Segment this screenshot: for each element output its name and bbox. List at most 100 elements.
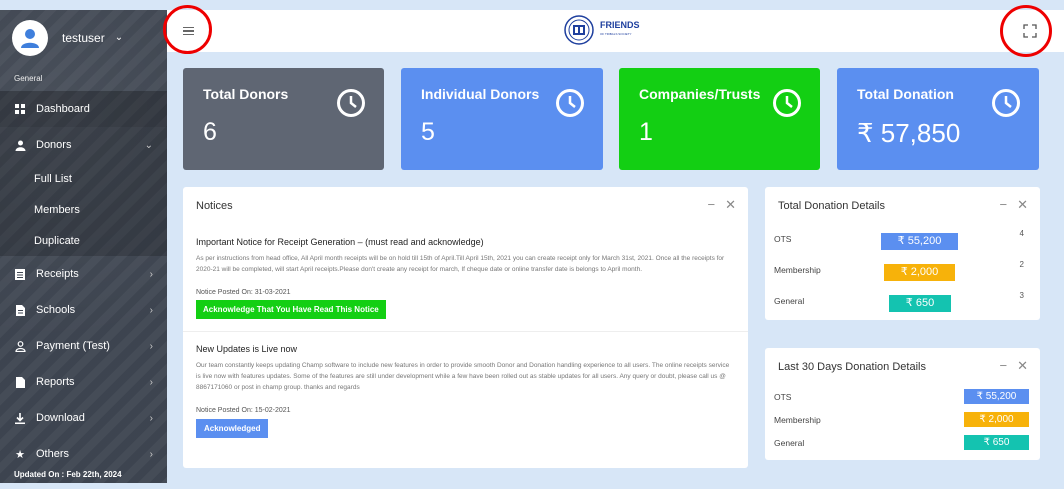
sidebar-item-label: Reports — [36, 376, 75, 388]
amount-badge: ₹ 650 — [889, 295, 951, 312]
close-icon[interactable]: ✕ — [1017, 359, 1028, 372]
notice-item: Important Notice for Receipt Generation … — [183, 237, 748, 319]
sidebar-item-label: Donors — [36, 139, 72, 151]
clock-icon — [992, 89, 1020, 117]
notices-panel: Notices − ✕ Important Notice for Receipt… — [183, 187, 748, 468]
detail-row-ots: OTS ₹ 55,200 4 — [765, 225, 1040, 256]
detail-row-general: General ₹ 650 3 — [765, 287, 1040, 318]
notice-heading: Important Notice for Receipt Generation … — [196, 237, 484, 247]
detail-label: OTS — [774, 234, 792, 244]
sidebar-item-receipts[interactable]: Receipts › — [0, 256, 167, 292]
logo-emblem-icon — [564, 15, 594, 45]
chevron-down-icon[interactable]: ⌄ — [115, 32, 123, 43]
star-icon: ★ — [15, 448, 25, 461]
detail-label: Membership — [774, 415, 821, 425]
chevron-right-icon: › — [149, 268, 153, 280]
user-outline-icon — [14, 340, 26, 352]
detail-label: General — [774, 438, 805, 448]
clock-icon — [773, 89, 801, 117]
stat-card-total-donation[interactable]: Total Donation ₹ 57,850 — [837, 68, 1039, 170]
acknowledge-button[interactable]: Acknowledge That You Have Read This Noti… — [196, 300, 386, 319]
chevron-right-icon: › — [149, 340, 153, 352]
sidebar-item-label: Others — [36, 448, 70, 460]
download-icon — [14, 412, 26, 424]
user-panel[interactable]: testuser ⌄ — [0, 10, 167, 65]
amount-badge: ₹ 2,000 — [964, 412, 1029, 427]
detail-row-membership: Membership ₹ 2,000 2 — [765, 256, 1040, 287]
acknowledged-button[interactable]: Acknowledged — [196, 419, 269, 438]
minimize-icon[interactable]: − — [1000, 198, 1008, 211]
detail-label: Membership — [774, 265, 821, 275]
notice-body: As per instructions from head office, Al… — [196, 255, 725, 273]
sidebar-item-reports[interactable]: Reports › — [0, 364, 167, 400]
receipt-icon — [14, 268, 26, 280]
logo-text: FRIENDS — [600, 20, 640, 30]
close-icon[interactable]: ✕ — [1017, 198, 1028, 211]
divider — [183, 331, 748, 332]
notice-item: New Updates is Live now Our team constan… — [183, 344, 748, 438]
avatar[interactable] — [12, 19, 48, 56]
amount-badge: ₹ 55,200 — [964, 389, 1029, 404]
sidebar-item-download[interactable]: Download › — [0, 400, 167, 436]
count-value: 4 — [1019, 229, 1024, 238]
amount-badge: ₹ 55,200 — [881, 233, 958, 250]
sidebar: testuser ⌄ General Dashboard Donors ⌄ Fu… — [0, 10, 167, 483]
user-icon — [14, 139, 26, 151]
minimize-icon[interactable]: − — [708, 198, 716, 211]
sidebar-item-dashboard[interactable]: Dashboard — [0, 91, 167, 127]
sidebar-item-label: Receipts — [36, 268, 79, 280]
sidebar-item-others[interactable]: ★ Others › — [0, 436, 167, 472]
sidebar-item-payment[interactable]: Payment (Test) › — [0, 328, 167, 364]
notice-posted-date: Notice Posted On: 15-02-2021 — [196, 407, 291, 414]
notice-body: Our team constantly keeps updating Champ… — [196, 362, 730, 391]
document-icon — [14, 304, 26, 316]
chevron-right-icon: › — [149, 376, 153, 388]
minimize-icon[interactable]: − — [1000, 359, 1008, 372]
brand-logo[interactable]: FRIENDS OF TRIBALS SOCIETY — [564, 15, 640, 45]
chevron-right-icon: › — [149, 448, 153, 460]
username[interactable]: testuser — [62, 31, 105, 45]
last30-row-membership: Membership ₹ 2,000 — [765, 409, 1040, 432]
stat-value: 6 — [203, 118, 217, 146]
notice-posted-date: Notice Posted On: 31-03-2021 — [196, 289, 291, 296]
stat-value: 1 — [639, 118, 653, 146]
stat-card-total-donors[interactable]: Total Donors 6 — [183, 68, 384, 170]
chevron-down-icon: ⌄ — [144, 139, 153, 151]
stat-value: 5 — [421, 118, 435, 146]
top-bar: FRIENDS OF TRIBALS SOCIETY — [167, 10, 1064, 52]
stat-card-companies-trusts[interactable]: Companies/Trusts 1 — [619, 68, 820, 170]
notice-heading: New Updates is Live now — [196, 344, 298, 354]
highlight-circle — [163, 5, 212, 54]
sidebar-item-label: Payment (Test) — [36, 340, 110, 352]
sidebar-item-schools[interactable]: Schools › — [0, 292, 167, 328]
sidebar-nav: Dashboard Donors ⌄ Full List Members Dup… — [0, 91, 167, 472]
chevron-right-icon: › — [149, 304, 153, 316]
amount-badge: ₹ 2,000 — [884, 264, 955, 281]
amount-badge: ₹ 650 — [964, 435, 1029, 450]
panel-title: Notices — [196, 200, 233, 212]
close-icon[interactable]: ✕ — [725, 198, 736, 211]
stat-card-individual-donors[interactable]: Individual Donors 5 — [401, 68, 603, 170]
sidebar-item-donors[interactable]: Donors ⌄ — [0, 127, 167, 163]
logo-subtext: OF TRIBALS SOCIETY — [600, 32, 632, 36]
count-value: 3 — [1019, 291, 1024, 300]
last30-row-ots: OTS ₹ 55,200 — [765, 386, 1040, 409]
panel-title: Last 30 Days Donation Details — [778, 361, 926, 373]
sidebar-item-label: Dashboard — [36, 103, 90, 115]
panel-title: Total Donation Details — [778, 200, 886, 212]
sidebar-subitem-full-list[interactable]: Full List — [0, 163, 167, 194]
count-value: 2 — [1019, 260, 1024, 269]
stat-value: ₹ 57,850 — [857, 118, 961, 148]
dashboard-icon — [14, 103, 26, 115]
sidebar-subitem-duplicate[interactable]: Duplicate — [0, 225, 167, 256]
report-icon — [14, 376, 26, 388]
last30-row-general: General ₹ 650 — [765, 432, 1040, 455]
total-donation-details-panel: Total Donation Details − ✕ OTS ₹ 55,200 … — [765, 187, 1040, 320]
detail-label: General — [774, 296, 805, 306]
avatar-icon — [21, 28, 39, 48]
sidebar-section-label: General — [14, 74, 43, 83]
sidebar-subitem-members[interactable]: Members — [0, 194, 167, 225]
clock-icon — [337, 89, 365, 117]
sidebar-item-label: Schools — [36, 304, 76, 316]
sidebar-item-label: Download — [36, 412, 85, 424]
